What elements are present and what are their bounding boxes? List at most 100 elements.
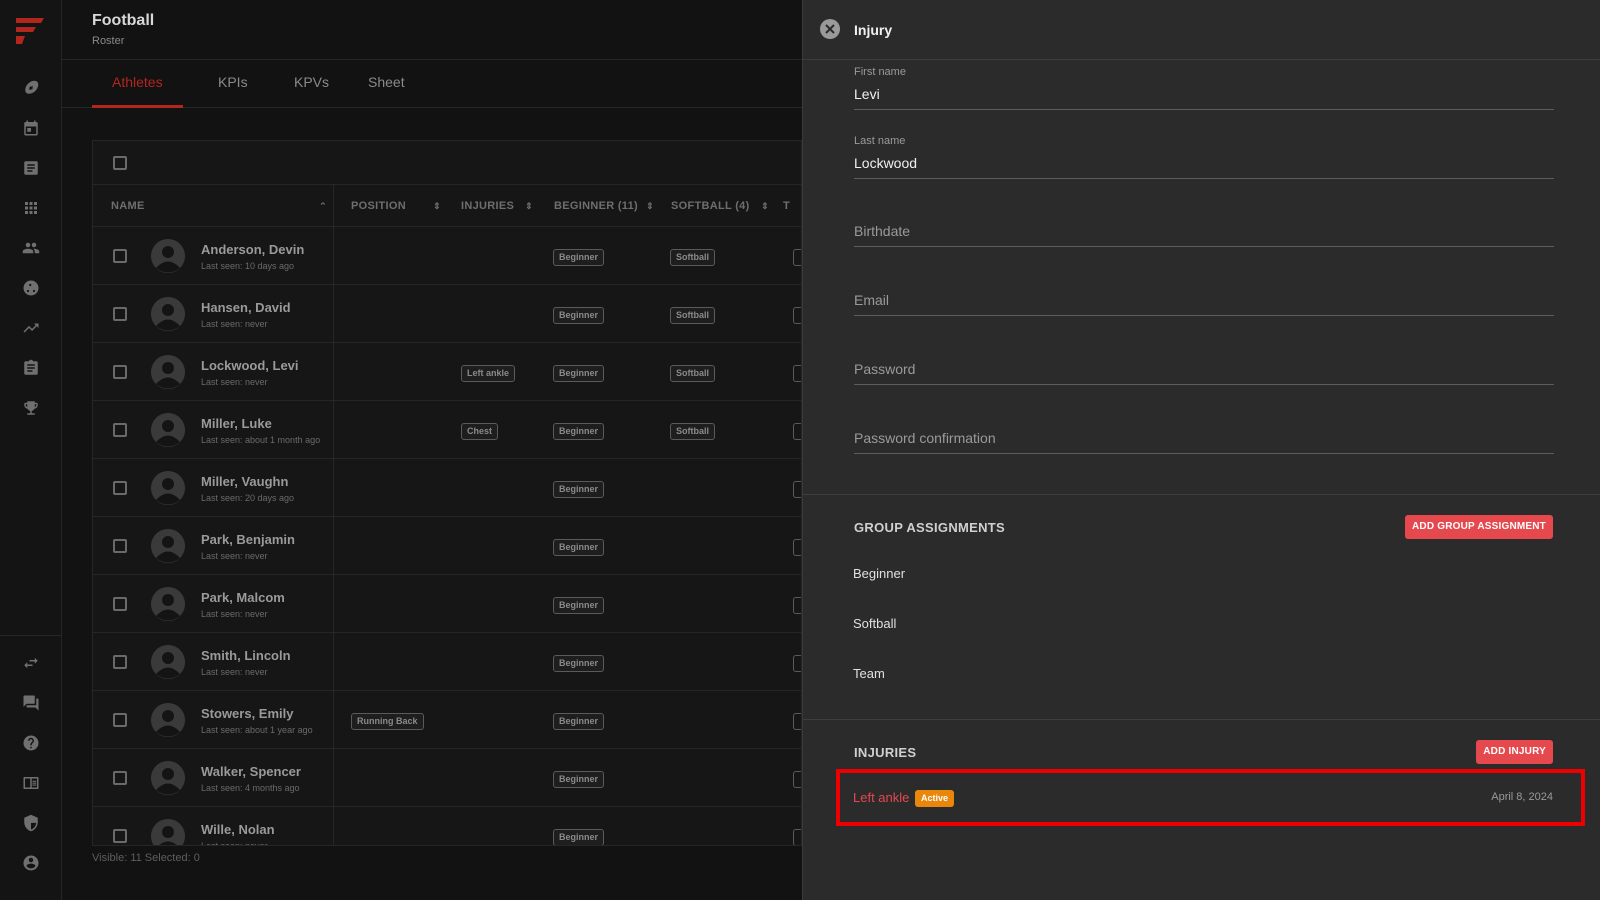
athlete-name[interactable]: Smith, Lincoln bbox=[201, 648, 291, 663]
help-icon[interactable] bbox=[19, 731, 43, 755]
row-checkbox[interactable] bbox=[113, 307, 127, 321]
notes-icon[interactable] bbox=[19, 156, 43, 180]
athlete-name[interactable]: Park, Malcom bbox=[201, 590, 285, 605]
first-name-label: First name bbox=[854, 66, 906, 78]
team-chip-partial bbox=[793, 307, 801, 324]
athlete-name[interactable]: Lockwood, Levi bbox=[201, 358, 299, 373]
account-icon[interactable] bbox=[19, 851, 43, 875]
last-name-label: Last name bbox=[854, 135, 906, 147]
beginner-chip: Beginner bbox=[553, 481, 605, 498]
group-item-team[interactable]: Team bbox=[853, 666, 885, 681]
column-header-beginner[interactable]: BEGINNER (11) ⇕ bbox=[554, 185, 654, 227]
email-placeholder: Email bbox=[854, 292, 890, 308]
tab-kpis[interactable]: KPIs bbox=[198, 60, 268, 108]
sidebar bbox=[0, 0, 62, 900]
people-icon[interactable] bbox=[19, 236, 43, 260]
softball-chip: Softball bbox=[670, 423, 715, 440]
table-row[interactable]: Park, Malcom Last seen: never Beginner bbox=[93, 575, 801, 633]
brand-logo[interactable] bbox=[16, 18, 44, 44]
row-checkbox[interactable] bbox=[113, 423, 127, 437]
calendar-icon[interactable] bbox=[19, 116, 43, 140]
team-chip-partial bbox=[793, 771, 801, 788]
table-row[interactable]: Lockwood, Levi Last seen: never Left ankle… bbox=[93, 343, 801, 401]
table-row[interactable]: Miller, Vaughn Last seen: 20 days ago Begi… bbox=[93, 459, 801, 517]
trending-icon[interactable] bbox=[19, 316, 43, 340]
team-chip-partial bbox=[793, 655, 801, 672]
column-header-softball[interactable]: SOFTBALL (4) ⇕ bbox=[671, 185, 769, 227]
swap-icon[interactable] bbox=[19, 651, 43, 675]
table-row[interactable]: Walker, Spencer Last seen: 4 months ago Be… bbox=[93, 749, 801, 807]
athlete-name[interactable]: Hansen, David bbox=[201, 300, 291, 315]
last-seen-text: Last seen: 4 months ago bbox=[201, 783, 300, 793]
row-checkbox[interactable] bbox=[113, 249, 127, 263]
clipboard-icon[interactable] bbox=[19, 356, 43, 380]
row-checkbox[interactable] bbox=[113, 829, 127, 843]
teams-icon[interactable] bbox=[19, 276, 43, 300]
athlete-name[interactable]: Miller, Luke bbox=[201, 416, 272, 431]
close-icon[interactable] bbox=[820, 19, 840, 39]
password-placeholder: Password bbox=[854, 361, 916, 377]
table-row[interactable]: Park, Benjamin Last seen: never Beginner bbox=[93, 517, 801, 575]
row-checkbox[interactable] bbox=[113, 713, 127, 727]
athlete-name[interactable]: Miller, Vaughn bbox=[201, 474, 288, 489]
beginner-chip: Beginner bbox=[553, 771, 605, 788]
select-all-checkbox[interactable] bbox=[113, 156, 127, 170]
tab-athletes[interactable]: Athletes bbox=[92, 60, 183, 108]
grid-icon[interactable] bbox=[19, 196, 43, 220]
avatar bbox=[151, 297, 185, 331]
password-confirmation-field[interactable]: Password confirmation bbox=[854, 404, 1554, 454]
chat-icon[interactable] bbox=[19, 691, 43, 715]
table-row[interactable]: Stowers, Emily Last seen: about 1 year ag… bbox=[93, 691, 801, 749]
shield-icon[interactable] bbox=[19, 811, 43, 835]
email-field[interactable]: Email bbox=[854, 266, 1554, 316]
birthdate-field[interactable]: Birthdate bbox=[854, 197, 1554, 247]
last-seen-text: Last seen: never bbox=[201, 667, 268, 677]
row-checkbox[interactable] bbox=[113, 655, 127, 669]
panel-title: Injury bbox=[854, 22, 893, 38]
athlete-name[interactable]: Stowers, Emily bbox=[201, 706, 293, 721]
group-assignments-title: GROUP ASSIGNMENTS bbox=[854, 520, 1006, 535]
section-divider bbox=[803, 719, 1600, 720]
trophy-icon[interactable] bbox=[19, 396, 43, 420]
injuries-title: INJURIES bbox=[854, 745, 917, 760]
table-row[interactable]: Hansen, David Last seen: never Beginner Sof… bbox=[93, 285, 801, 343]
password-field[interactable]: Password bbox=[854, 335, 1554, 385]
row-checkbox[interactable] bbox=[113, 365, 127, 379]
table-row[interactable]: Miller, Luke Last seen: about 1 month ago… bbox=[93, 401, 801, 459]
row-checkbox[interactable] bbox=[113, 771, 127, 785]
column-header-name[interactable]: NAME ⌃ bbox=[111, 185, 333, 227]
column-header-team[interactable]: T bbox=[783, 185, 801, 227]
athlete-name[interactable]: Park, Benjamin bbox=[201, 532, 295, 547]
column-header-position[interactable]: POSITION ⇕ bbox=[351, 185, 441, 227]
beginner-chip: Beginner bbox=[553, 655, 605, 672]
tab-sheet[interactable]: Sheet bbox=[348, 60, 425, 108]
avatar bbox=[151, 529, 185, 563]
football-icon[interactable] bbox=[19, 76, 43, 100]
column-header-injuries[interactable]: INJURIES ⇕ bbox=[461, 185, 533, 227]
row-checkbox[interactable] bbox=[113, 597, 127, 611]
row-checkbox[interactable] bbox=[113, 481, 127, 495]
table-row[interactable]: Anderson, Devin Last seen: 10 days ago Beg… bbox=[93, 227, 801, 285]
row-checkbox[interactable] bbox=[113, 539, 127, 553]
avatar bbox=[151, 587, 185, 621]
table-row[interactable]: Wille, Nolan Last seen: never Beginner bbox=[93, 807, 801, 845]
athlete-name[interactable]: Walker, Spencer bbox=[201, 764, 301, 779]
first-name-field[interactable]: First name Levi bbox=[854, 60, 1554, 110]
last-seen-text: Last seen: never bbox=[201, 377, 268, 387]
add-group-assignment-button[interactable]: ADD GROUP ASSIGNMENT bbox=[1404, 515, 1553, 539]
beginner-chip: Beginner bbox=[553, 249, 605, 266]
athlete-name[interactable]: Anderson, Devin bbox=[201, 242, 304, 257]
last-name-field[interactable]: Last name Lockwood bbox=[854, 129, 1554, 179]
injury-chip: Chest bbox=[461, 423, 499, 440]
tab-kpvs[interactable]: KPVs bbox=[274, 60, 349, 108]
athlete-name[interactable]: Wille, Nolan bbox=[201, 822, 275, 837]
page-header: Football Roster bbox=[62, 0, 802, 60]
position-chip: Running Back bbox=[351, 713, 424, 730]
book-icon[interactable] bbox=[19, 771, 43, 795]
avatar bbox=[151, 355, 185, 389]
group-item-softball[interactable]: Softball bbox=[853, 616, 896, 631]
add-injury-button[interactable]: ADD INJURY bbox=[1476, 740, 1553, 764]
table-row[interactable]: Smith, Lincoln Last seen: never Beginner bbox=[93, 633, 801, 691]
sort-icon: ⇕ bbox=[525, 201, 533, 211]
group-item-beginner[interactable]: Beginner bbox=[853, 566, 905, 581]
